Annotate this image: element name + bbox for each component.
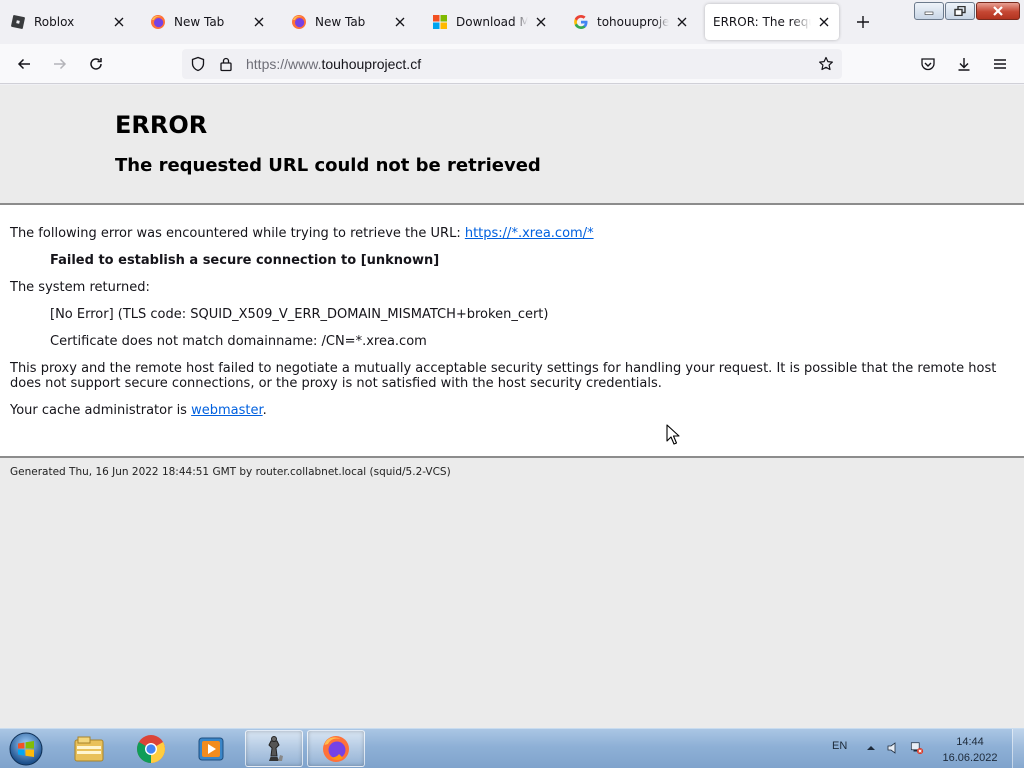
certificate-mismatch-message: Certificate does not match domainname: /… xyxy=(50,334,427,349)
taskbar-file-explorer[interactable] xyxy=(60,730,118,767)
chess-icon xyxy=(268,735,283,761)
show-desktop-button[interactable] xyxy=(1012,729,1024,768)
taskbar-media-player[interactable] xyxy=(182,730,240,767)
taskbar: EN 14:44 16.06.2022 xyxy=(0,728,1024,768)
error-header: ERROR The requested URL could not be ret… xyxy=(0,85,1024,203)
error-failed-message: Failed to establish a secure connection … xyxy=(50,253,440,268)
google-icon xyxy=(573,14,589,30)
bookmark-star-icon[interactable] xyxy=(812,50,840,78)
pocket-button[interactable] xyxy=(914,50,942,78)
minimize-icon xyxy=(924,11,934,15)
url-text[interactable]: https://www.touhouproject.cf xyxy=(246,56,421,72)
url-host: touhouproject.cf xyxy=(321,56,422,72)
pocket-icon xyxy=(921,58,935,71)
clock-date: 16.06.2022 xyxy=(942,752,998,764)
forward-button[interactable] xyxy=(46,50,74,78)
error-url-link[interactable]: https://*.xrea.com/* xyxy=(465,226,594,241)
clock-time: 14:44 xyxy=(956,736,984,748)
microsoft-icon xyxy=(432,14,448,30)
restore-icon xyxy=(954,6,966,16)
network-icon[interactable] xyxy=(910,741,924,755)
cache-admin-suffix: . xyxy=(262,403,267,418)
hamburger-menu-icon xyxy=(994,59,1006,69)
error-subtitle: The requested URL could not be retrieved xyxy=(115,155,541,176)
close-icon[interactable] xyxy=(815,13,833,31)
error-body: The following error was encountered whil… xyxy=(0,205,1024,456)
close-icon xyxy=(993,6,1003,16)
error-title: ERROR xyxy=(115,111,208,139)
generated-footer: Generated Thu, 16 Jun 2022 18:44:51 GMT … xyxy=(10,466,451,478)
tracking-protection-icon[interactable] xyxy=(184,50,212,78)
taskbar-firefox[interactable] xyxy=(307,730,365,767)
tab-new-tab-1[interactable]: New Tab xyxy=(140,4,274,40)
taskbar-chrome[interactable] xyxy=(122,730,180,767)
back-button[interactable] xyxy=(10,50,38,78)
page-content: ERROR The requested URL could not be ret… xyxy=(0,85,1024,728)
error-url-prefix: The following error was encountered whil… xyxy=(10,226,465,241)
system-returned-label: The system returned: xyxy=(10,280,150,295)
plus-icon xyxy=(857,16,869,28)
app-menu-button[interactable] xyxy=(986,50,1014,78)
windows-start-icon xyxy=(9,732,43,766)
download-icon xyxy=(958,58,970,71)
tab-roblox[interactable]: Roblox xyxy=(0,4,134,40)
volume-icon[interactable] xyxy=(886,741,900,755)
close-icon[interactable] xyxy=(250,13,268,31)
tab-title: Download Micro xyxy=(456,15,528,29)
show-hidden-icons-icon[interactable] xyxy=(864,741,878,755)
close-icon[interactable] xyxy=(110,13,128,31)
tab-google-search[interactable]: tohouuproject.x xyxy=(563,4,697,40)
language-indicator[interactable]: EN xyxy=(832,740,847,752)
url-bar[interactable]: https://www.touhouproject.cf xyxy=(182,49,842,79)
navigation-toolbar: https://www.touhouproject.cf xyxy=(0,44,1024,84)
cache-admin-prefix: Your cache administrator is xyxy=(10,403,192,418)
tab-title: ERROR: The request xyxy=(713,15,811,29)
tab-title: Roblox xyxy=(34,15,75,29)
tab-error-page[interactable]: ERROR: The request xyxy=(705,4,839,40)
tab-download-microsoft[interactable]: Download Micro xyxy=(422,4,556,40)
tab-title: tohouuproject.x xyxy=(597,15,669,29)
close-icon[interactable] xyxy=(391,13,409,31)
firefox-icon xyxy=(291,14,307,30)
reload-icon xyxy=(90,58,102,70)
chrome-icon xyxy=(137,734,165,763)
mouse-cursor-icon xyxy=(666,424,680,445)
tab-new-tab-2[interactable]: New Tab xyxy=(281,4,415,40)
system-clock[interactable]: 14:44 16.06.2022 xyxy=(935,734,1005,766)
firefox-icon xyxy=(150,14,166,30)
media-player-icon xyxy=(198,737,224,760)
close-icon[interactable] xyxy=(673,13,691,31)
lock-icon[interactable] xyxy=(212,50,240,78)
arrow-left-icon xyxy=(17,58,30,70)
arrow-right-icon xyxy=(54,58,67,70)
tab-title: New Tab xyxy=(174,15,225,29)
reload-button[interactable] xyxy=(82,50,110,78)
tab-strip: Roblox New Tab New Tab Download Micro xyxy=(0,0,1024,44)
cache-admin-paragraph: Your cache administrator is webmaster. xyxy=(10,403,1014,418)
error-url-paragraph: The following error was encountered whil… xyxy=(10,226,1014,241)
new-tab-button[interactable] xyxy=(852,11,874,33)
taskbar-chess[interactable] xyxy=(245,730,303,767)
file-explorer-icon xyxy=(74,736,104,761)
restore-button[interactable] xyxy=(945,2,975,20)
downloads-button[interactable] xyxy=(950,50,978,78)
firefox-icon xyxy=(323,735,349,762)
close-window-button[interactable] xyxy=(976,2,1020,20)
divider xyxy=(0,456,1024,458)
roblox-icon xyxy=(10,14,26,30)
url-scheme: https://www. xyxy=(246,56,322,72)
tab-title: New Tab xyxy=(315,15,366,29)
proxy-explanation: This proxy and the remote host failed to… xyxy=(10,361,997,391)
window-controls xyxy=(913,2,1020,20)
tls-error-code: [No Error] (TLS code: SQUID_X509_V_ERR_D… xyxy=(50,307,549,322)
close-icon[interactable] xyxy=(532,13,550,31)
minimize-button[interactable] xyxy=(914,2,944,20)
start-button[interactable] xyxy=(6,731,46,767)
webmaster-link[interactable]: webmaster xyxy=(191,403,263,418)
